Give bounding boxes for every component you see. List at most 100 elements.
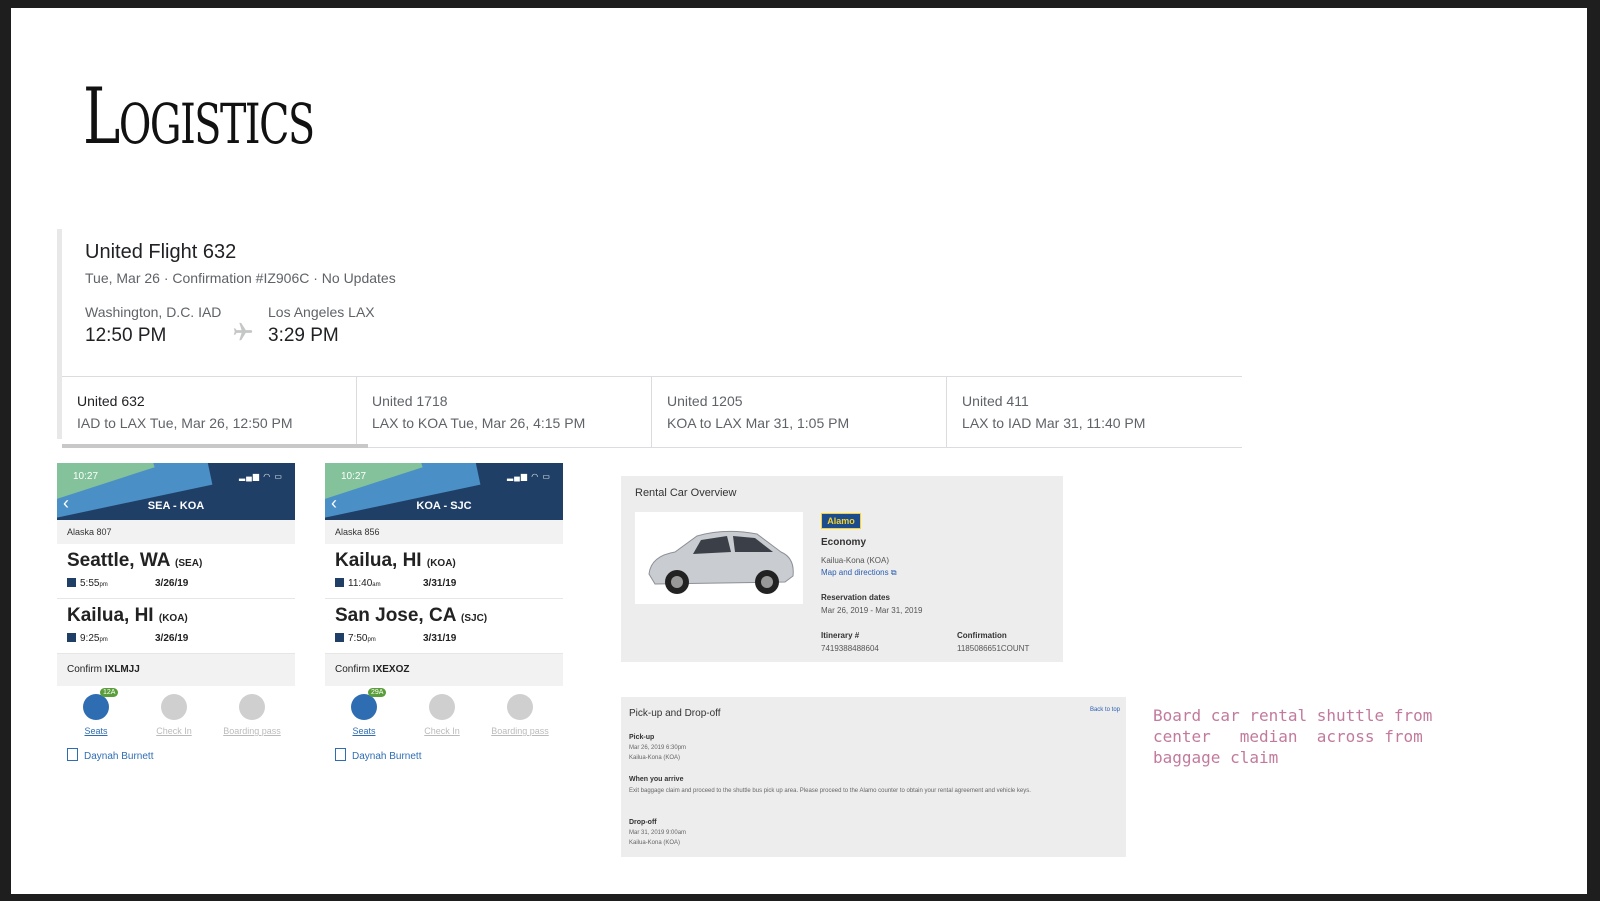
leg-date: 3/26/19	[155, 578, 189, 589]
pickup-label: Pick-up	[629, 734, 655, 741]
pickup-dropoff-panel: Pick-up and Drop-off Back to top Pick-up…	[621, 697, 1126, 857]
rental-location: Kailua-Kona (KOA)	[821, 556, 890, 565]
dropoff-location: Kailua-Kona (KOA)	[629, 840, 681, 846]
seat-badge: 29A	[368, 688, 387, 697]
seat-badge: 12A	[100, 688, 119, 697]
seat-icon: 29A	[351, 688, 387, 720]
route-title: SEA - KOA	[147, 500, 205, 512]
leg-city: Kailua, HI (KOA)	[67, 605, 188, 626]
tab-flight-1[interactable]: United 1718 LAX to KOA Tue, Mar 26, 4:15…	[357, 377, 653, 447]
boarding-pass-button[interactable]: Boarding pass	[217, 694, 287, 736]
leg-time: 5:55pm	[67, 578, 108, 589]
tab-flight-name: United 411	[962, 393, 1029, 409]
confirmation-label: Confirmation	[957, 631, 1007, 640]
arrive-label: When you arrive	[629, 776, 684, 783]
airplane-icon	[233, 322, 253, 341]
tab-flight-name: United 1205	[667, 393, 743, 409]
tab-flight-name: United 632	[77, 393, 145, 409]
itinerary-value: 7419388488604	[821, 644, 879, 653]
takeoff-icon	[67, 578, 76, 587]
dropoff-label: Drop-off	[629, 819, 657, 826]
passenger-link[interactable]: Daynah Burnett	[325, 746, 563, 768]
seats-button[interactable]: 12A Seats	[61, 688, 131, 736]
leg-arrival: San Jose, CA (SJC) 7:50pm 3/31/19	[325, 599, 563, 654]
flight-title: United Flight 632	[85, 241, 237, 263]
alamo-logo: Alamo	[821, 513, 861, 529]
landing-icon	[67, 633, 76, 642]
pickup-heading: Pick-up and Drop-off	[629, 708, 721, 719]
leg-time: 9:25pm	[67, 633, 108, 644]
shuttle-note: Board car rental shuttle from center med…	[1153, 706, 1442, 767]
confirmation-row: Confirm IXEXOZ	[325, 654, 563, 686]
landing-icon	[335, 633, 344, 642]
signal-wifi-battery-icon: ▂▄▆ ◠ ▭	[507, 472, 551, 481]
flight-card: United Flight 632 Tue, Mar 26 · Confirma…	[57, 229, 1243, 448]
tab-flight-detail: KOA to LAX Mar 31, 1:05 PM	[667, 415, 850, 431]
dropoff-time: Mar 31, 2019 9:00am	[629, 830, 687, 836]
tab-flight-name: United 1718	[372, 393, 448, 409]
slide: Logistics United Flight 632 Tue, Mar 26 …	[11, 8, 1587, 894]
departure-time: 12:50 PM	[85, 325, 167, 346]
flight-number: Alaska 856	[325, 520, 563, 544]
check-in-button[interactable]: Check In	[139, 694, 209, 736]
person-icon	[67, 748, 78, 761]
tab-flight-0[interactable]: United 632 IAD to LAX Tue, Mar 26, 12:50…	[62, 377, 369, 448]
leg-time: 11:40am	[335, 578, 381, 589]
seat-icon: 12A	[83, 688, 119, 720]
destination-city: Los Angeles LAX	[268, 304, 375, 320]
rental-heading: Rental Car Overview	[635, 487, 737, 499]
origin-city: Washington, D.C. IAD	[85, 304, 222, 320]
signal-wifi-battery-icon: ▂▄▆ ◠ ▭	[239, 472, 283, 481]
leg-departure: Seattle, WA (SEA) 5:55pm 3/26/19	[57, 544, 295, 599]
flight-number: Alaska 807	[57, 520, 295, 544]
flight-tabs: United 632 IAD to LAX Tue, Mar 26, 12:50…	[62, 376, 1242, 448]
reservation-dates: Mar 26, 2019 - Mar 31, 2019	[821, 606, 923, 615]
boarding-screen-2: 10:27 ▂▄▆ ◠ ▭ ‹ KOA - SJC Alaska 856 Kai…	[325, 463, 563, 795]
phone-header: 10:27 ▂▄▆ ◠ ▭ ‹ SEA - KOA	[57, 463, 295, 520]
flight-subtitle: Tue, Mar 26 · Confirmation #IZ906C · No …	[85, 270, 396, 286]
person-icon	[335, 748, 346, 761]
leg-date: 3/31/19	[423, 633, 457, 644]
phone-icon	[239, 694, 265, 720]
car-image	[635, 512, 803, 604]
rental-overview: Rental Car Overview Alamo Economy Kailua…	[621, 476, 1063, 662]
reservation-label: Reservation dates	[821, 593, 890, 602]
back-to-top-link[interactable]: Back to top	[1090, 707, 1120, 713]
tab-flight-2[interactable]: United 1205 KOA to LAX Mar 31, 1:05 PM	[652, 377, 948, 447]
itinerary-label: Itinerary #	[821, 631, 860, 640]
tab-flight-detail: LAX to KOA Tue, Mar 26, 4:15 PM	[372, 415, 586, 431]
tab-flight-detail: LAX to IAD Mar 31, 11:40 PM	[962, 415, 1146, 431]
arrival-time: 3:29 PM	[268, 325, 339, 346]
tab-flight-3[interactable]: United 411 LAX to IAD Mar 31, 11:40 PM	[947, 377, 1242, 447]
confirmation-value: 1185086651COUNT	[957, 644, 1030, 653]
leg-city: Seattle, WA (SEA)	[67, 550, 203, 571]
pickup-time: Mar 26, 2019 6:30pm	[629, 745, 687, 751]
phone-icon	[507, 694, 533, 720]
boarding-pass-button[interactable]: Boarding pass	[485, 694, 555, 736]
seats-button[interactable]: 29A Seats	[329, 688, 399, 736]
leg-city: San Jose, CA (SJC)	[335, 605, 488, 626]
leg-time: 7:50pm	[335, 633, 376, 644]
leg-departure: Kailua, HI (KOA) 11:40am 3/31/19	[325, 544, 563, 599]
status-time: 10:27	[73, 471, 99, 482]
pickup-location: Kailua-Kona (KOA)	[629, 755, 681, 761]
status-time: 10:27	[341, 471, 367, 482]
takeoff-icon	[335, 578, 344, 587]
tab-flight-detail: IAD to LAX Tue, Mar 26, 12:50 PM	[77, 415, 293, 431]
map-directions-link[interactable]: Map and directions ⧉	[821, 568, 897, 578]
boarding-screen-1: 10:27 ▂▄▆ ◠ ▭ ‹ SEA - KOA Alaska 807 Sea…	[57, 463, 295, 795]
check-icon	[161, 694, 187, 720]
passenger-link[interactable]: Daynah Burnett	[57, 746, 295, 768]
action-row: 29A Seats Check In Boarding pass	[325, 686, 563, 746]
check-icon	[429, 694, 455, 720]
phone-header: 10:27 ▂▄▆ ◠ ▭ ‹ KOA - SJC	[325, 463, 563, 520]
check-in-button[interactable]: Check In	[407, 694, 477, 736]
leg-date: 3/31/19	[423, 578, 457, 589]
leg-arrival: Kailua, HI (KOA) 9:25pm 3/26/19	[57, 599, 295, 654]
leg-city: Kailua, HI (KOA)	[335, 550, 456, 571]
route-title: KOA - SJC	[416, 500, 472, 512]
confirmation-row: Confirm IXLMJJ	[57, 654, 295, 686]
slide-title: Logistics	[83, 72, 315, 162]
leg-date: 3/26/19	[155, 633, 189, 644]
arrive-instructions: Exit baggage claim and proceed to the sh…	[629, 788, 1031, 794]
